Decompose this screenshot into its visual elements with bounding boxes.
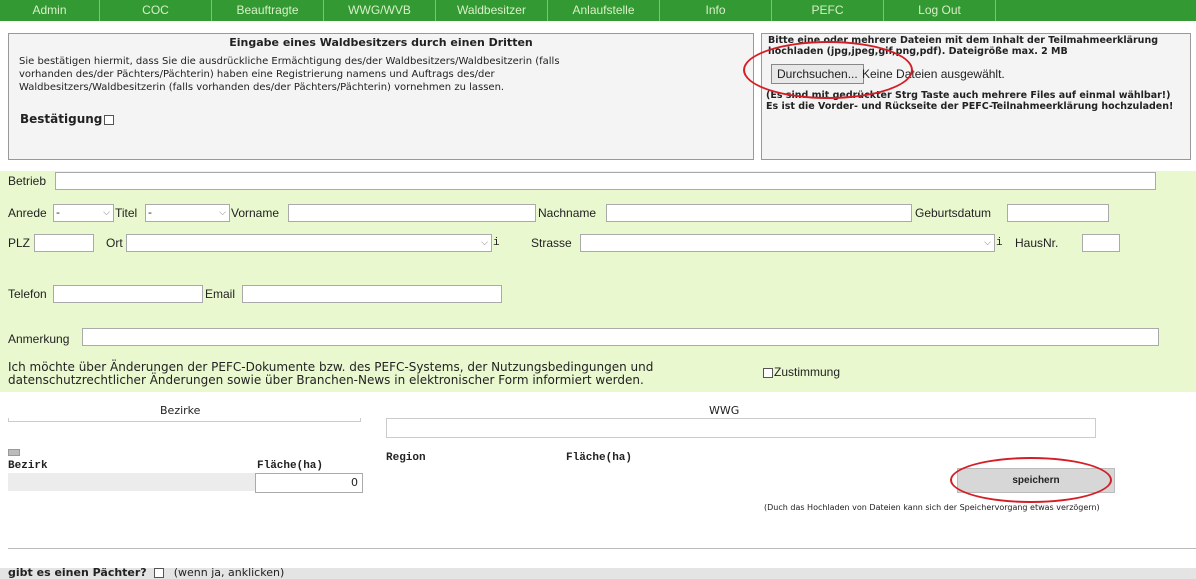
telefon-label: Telefon: [8, 287, 47, 301]
wwg-list[interactable]: [386, 418, 1096, 438]
paechter-question: gibt es einen Pächter?: [8, 566, 147, 579]
titel-value: -: [148, 206, 152, 219]
paechter-checkbox[interactable]: [154, 568, 165, 578]
nav-item-beauftragte[interactable]: Beauftragte: [212, 0, 324, 21]
highlight-oval-save: [950, 457, 1112, 503]
waldbesitzer-form: Betrieb Anrede - ⌵ Titel - ⌵ Vorname Nachn…: [0, 171, 1196, 392]
bezirk-flaeche-input[interactable]: 0: [255, 473, 363, 493]
bezirke-heading: Bezirke: [160, 404, 201, 417]
nav-item-coc[interactable]: COC: [100, 0, 212, 21]
betrieb-input[interactable]: [55, 172, 1156, 190]
geburtsdatum-label: Geburtsdatum: [915, 206, 992, 220]
vorname-label: Vorname: [231, 206, 280, 220]
chevron-down-icon: ⌵: [481, 238, 488, 248]
strasse-info-icon[interactable]: i: [996, 233, 1003, 253]
anrede-select[interactable]: - ⌵: [53, 204, 114, 222]
nav-item-info[interactable]: Info: [660, 0, 772, 21]
email-input[interactable]: [242, 285, 502, 303]
betrieb-label: Betrieb: [8, 174, 47, 188]
anmerkung-label: Anmerkung: [8, 332, 70, 346]
consent-label: Bestätigung: [20, 112, 103, 126]
newsletter-text: Ich möchte über Änderungen der PEFC-Doku…: [8, 360, 654, 387]
bezirk-column-header: Bezirk: [8, 460, 48, 472]
ort-info-icon[interactable]: i: [493, 233, 500, 253]
anmerkung-input[interactable]: [82, 328, 1159, 346]
wwg-region-header: Region: [386, 452, 426, 464]
nachname-label: Nachname: [538, 206, 597, 220]
consent-checkbox[interactable]: [104, 114, 115, 125]
hausnr-input[interactable]: [1082, 234, 1120, 252]
zustimmung-checkbox[interactable]: [763, 367, 773, 378]
bezirk-flaeche-header: Fläche(ha): [257, 460, 324, 472]
chevron-down-icon: ⌵: [219, 208, 226, 218]
consent-label-row: Bestätigung: [20, 112, 115, 126]
consent-title: Eingabe eines Waldbesitzers durch einen …: [229, 36, 533, 49]
save-note: (Duch das Hochladen von Dateien kann sic…: [764, 503, 1100, 512]
ort-select[interactable]: ⌵: [126, 234, 492, 252]
consent-text: Sie bestätigen hiermit, dass Sie die aus…: [19, 56, 560, 93]
hausnr-label: HausNr.: [1015, 236, 1059, 250]
nav-item-logout[interactable]: Log Out: [884, 0, 996, 21]
nachname-input[interactable]: [606, 204, 912, 222]
consent-box: Eingabe eines Waldbesitzers durch einen …: [8, 33, 754, 160]
vorname-input[interactable]: [288, 204, 536, 222]
plz-label: PLZ: [8, 236, 31, 250]
top-navigation: Admin COC Beauftragte WWG/WVB Waldbesitz…: [0, 0, 1196, 21]
strasse-label: Strasse: [531, 236, 572, 250]
highlight-oval-upload: [743, 41, 913, 99]
paechter-hint: (wenn ja, anklicken): [173, 566, 285, 579]
nav-item-wwg-wvb[interactable]: WWG/WVB: [324, 0, 436, 21]
anrede-label: Anrede: [8, 206, 47, 220]
section-divider: [8, 548, 1196, 549]
upload-hint-sides: Es ist die Vorder- und Rückseite der PEF…: [766, 101, 1174, 112]
plz-input[interactable]: [34, 234, 94, 252]
bezirke-list[interactable]: [8, 418, 361, 422]
chevron-down-icon: ⌵: [984, 238, 991, 248]
nav-item-anlaufstelle[interactable]: Anlaufstelle: [548, 0, 660, 21]
telefon-input[interactable]: [53, 285, 203, 303]
nav-item-waldbesitzer[interactable]: Waldbesitzer: [436, 0, 548, 21]
nav-item-admin[interactable]: Admin: [0, 0, 100, 21]
wwg-heading: WWG: [709, 404, 740, 417]
ort-label: Ort: [106, 236, 123, 250]
titel-label: Titel: [115, 206, 138, 220]
titel-select[interactable]: - ⌵: [145, 204, 230, 222]
email-label: Email: [205, 287, 236, 301]
bezirk-cell: [8, 473, 255, 491]
chevron-down-icon: ⌵: [103, 208, 110, 218]
strasse-select[interactable]: ⌵: [580, 234, 995, 252]
bezirke-add-button[interactable]: [8, 449, 20, 456]
zustimmung-label: Zustimmung: [774, 365, 841, 379]
paechter-row: gibt es einen Pächter? (wenn ja, anklick…: [8, 566, 284, 579]
nav-item-pefc[interactable]: PEFC: [772, 0, 884, 21]
geburtsdatum-input[interactable]: [1007, 204, 1109, 222]
wwg-flaeche-header: Fläche(ha): [566, 452, 633, 464]
zustimmung-row: Zustimmung: [763, 365, 840, 379]
anrede-value: -: [56, 206, 60, 219]
